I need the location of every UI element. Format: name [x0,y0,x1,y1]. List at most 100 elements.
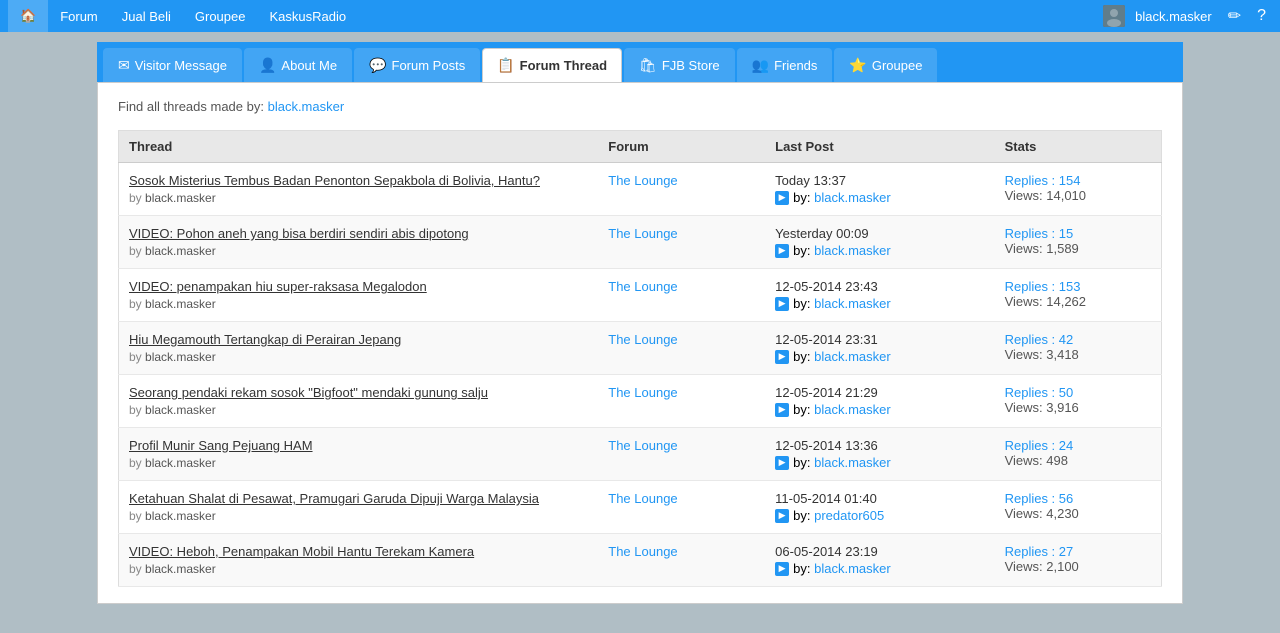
forum-posts-icon: 💬 [369,57,386,74]
find-all-username-link[interactable]: black.masker [268,99,345,114]
thread-title-link[interactable]: Ketahuan Shalat di Pesawat, Pramugari Ga… [129,491,588,506]
stats-cell: Replies : 27 Views: 2,100 [995,534,1162,587]
tab-friends[interactable]: 👥 Friends [737,48,833,82]
thread-by: by black.masker [129,350,216,364]
last-post-by: ▶ by: predator605 [775,508,984,523]
replies-link[interactable]: Replies : 50 [1005,385,1074,400]
replies-link[interactable]: Replies : 154 [1005,173,1081,188]
stats-cell: Replies : 153 Views: 14,262 [995,269,1162,322]
find-all-text: Find all threads made by: black.masker [118,99,1162,114]
jualbeli-nav-item[interactable]: Jual Beli [110,0,183,32]
forum-name-link[interactable]: The Lounge [608,173,677,188]
main-container: ✉ Visitor Message 👤 About Me 💬 Forum Pos… [97,32,1183,614]
thread-by: by black.masker [129,509,216,523]
forum-name-link[interactable]: The Lounge [608,279,677,294]
forum-cell: The Lounge [598,481,765,534]
forum-name-link[interactable]: The Lounge [608,491,677,506]
tab-about-me[interactable]: 👤 About Me [244,48,352,82]
thread-title-link[interactable]: VIDEO: Heboh, Penampakan Mobil Hantu Ter… [129,544,588,559]
last-post-author-link[interactable]: black.masker [814,561,891,576]
thread-title-link[interactable]: VIDEO: Pohon aneh yang bisa berdiri send… [129,226,588,241]
thread-author-link[interactable]: black.masker [145,403,216,417]
thread-by: by black.masker [129,191,216,205]
views-text: Views: 498 [1005,453,1151,468]
content-area: Find all threads made by: black.masker T… [97,82,1183,604]
last-post-by: ▶ by: black.masker [775,349,984,364]
thread-by: by black.masker [129,456,216,470]
replies-link[interactable]: Replies : 42 [1005,332,1074,347]
last-post-arrow-icon: ▶ [775,509,789,523]
last-post-author-link[interactable]: black.masker [814,402,891,417]
thread-title-link[interactable]: Profil Munir Sang Pejuang HAM [129,438,588,453]
thread-author-link[interactable]: black.masker [145,297,216,311]
avatar [1103,5,1125,27]
thread-cell: Seorang pendaki rekam sosok "Bigfoot" me… [119,375,599,428]
thread-title-link[interactable]: Hiu Megamouth Tertangkap di Perairan Jep… [129,332,588,347]
tab-fjb-store[interactable]: 🛍 FJB Store [624,48,735,82]
thread-author-link[interactable]: black.masker [145,191,216,205]
last-post-author-link[interactable]: black.masker [814,243,891,258]
forum-nav-item[interactable]: Forum [48,0,110,32]
thread-title-link[interactable]: Seorang pendaki rekam sosok "Bigfoot" me… [129,385,588,400]
thread-title-link[interactable]: VIDEO: penampakan hiu super-raksasa Mega… [129,279,588,294]
lastpost-cell: 11-05-2014 01:40 ▶ by: predator605 [765,481,994,534]
table-row: VIDEO: Pohon aneh yang bisa berdiri send… [119,216,1162,269]
thread-author-link[interactable]: black.masker [145,562,216,576]
stats-cell: Replies : 15 Views: 1,589 [995,216,1162,269]
lastpost-cell: Yesterday 00:09 ▶ by: black.masker [765,216,994,269]
last-post-author-link[interactable]: black.masker [814,190,891,205]
replies-link[interactable]: Replies : 27 [1005,544,1074,559]
thread-title-link[interactable]: Sosok Misterius Tembus Badan Penonton Se… [129,173,588,188]
replies-link[interactable]: Replies : 24 [1005,438,1074,453]
thread-cell: VIDEO: penampakan hiu super-raksasa Mega… [119,269,599,322]
views-text: Views: 14,262 [1005,294,1151,309]
tab-forum-thread[interactable]: 📋 Forum Thread [482,48,622,82]
last-post-by: ▶ by: black.masker [775,296,984,311]
thread-cell: Hiu Megamouth Tertangkap di Perairan Jep… [119,322,599,375]
thread-by: by black.masker [129,297,216,311]
top-nav-right: black.masker ✏ ? [1103,5,1272,27]
forum-name-link[interactable]: The Lounge [608,226,677,241]
thread-author-link[interactable]: black.masker [145,509,216,523]
forum-name-link[interactable]: The Lounge [608,385,677,400]
thread-author-link[interactable]: black.masker [145,350,216,364]
lastpost-cell: 06-05-2014 23:19 ▶ by: black.masker [765,534,994,587]
forum-cell: The Lounge [598,375,765,428]
forum-name-link[interactable]: The Lounge [608,332,677,347]
edit-icon[interactable]: ✏ [1222,6,1247,26]
last-post-author-link[interactable]: black.masker [814,455,891,470]
last-post-time: Yesterday 00:09 [775,226,868,241]
username-label[interactable]: black.masker [1129,9,1218,24]
last-post-arrow-icon: ▶ [775,191,789,205]
thread-author-link[interactable]: black.masker [145,456,216,470]
tab-visitor-message[interactable]: ✉ Visitor Message [103,48,242,82]
home-nav-item[interactable]: 🏠 [8,0,48,32]
replies-link[interactable]: Replies : 15 [1005,226,1074,241]
fjb-store-icon: 🛍 [639,57,657,74]
thread-cell: VIDEO: Heboh, Penampakan Mobil Hantu Ter… [119,534,599,587]
last-post-author-link[interactable]: predator605 [814,508,884,523]
lastpost-cell: 12-05-2014 21:29 ▶ by: black.masker [765,375,994,428]
last-post-arrow-icon: ▶ [775,562,789,576]
last-post-arrow-icon: ▶ [775,350,789,364]
replies-link[interactable]: Replies : 153 [1005,279,1081,294]
groupee-nav-item[interactable]: Groupee [183,0,258,32]
last-post-by-label: by: predator605 [793,508,884,523]
tab-forum-posts[interactable]: 💬 Forum Posts [354,48,480,82]
table-header-row: Thread Forum Last Post Stats [119,131,1162,163]
views-text: Views: 3,418 [1005,347,1151,362]
forum-name-link[interactable]: The Lounge [608,438,677,453]
thread-cell: Profil Munir Sang Pejuang HAM by black.m… [119,428,599,481]
thread-author-link[interactable]: black.masker [145,244,216,258]
replies-link[interactable]: Replies : 56 [1005,491,1074,506]
views-text: Views: 2,100 [1005,559,1151,574]
forum-name-link[interactable]: The Lounge [608,544,677,559]
last-post-time: 12-05-2014 21:29 [775,385,878,400]
help-icon[interactable]: ? [1251,7,1272,25]
last-post-author-link[interactable]: black.masker [814,296,891,311]
kaskusradio-nav-item[interactable]: KaskusRadio [257,0,358,32]
table-row: VIDEO: penampakan hiu super-raksasa Mega… [119,269,1162,322]
last-post-author-link[interactable]: black.masker [814,349,891,364]
col-header-forum: Forum [598,131,765,163]
tab-groupee[interactable]: ⭐ Groupee [834,48,937,82]
